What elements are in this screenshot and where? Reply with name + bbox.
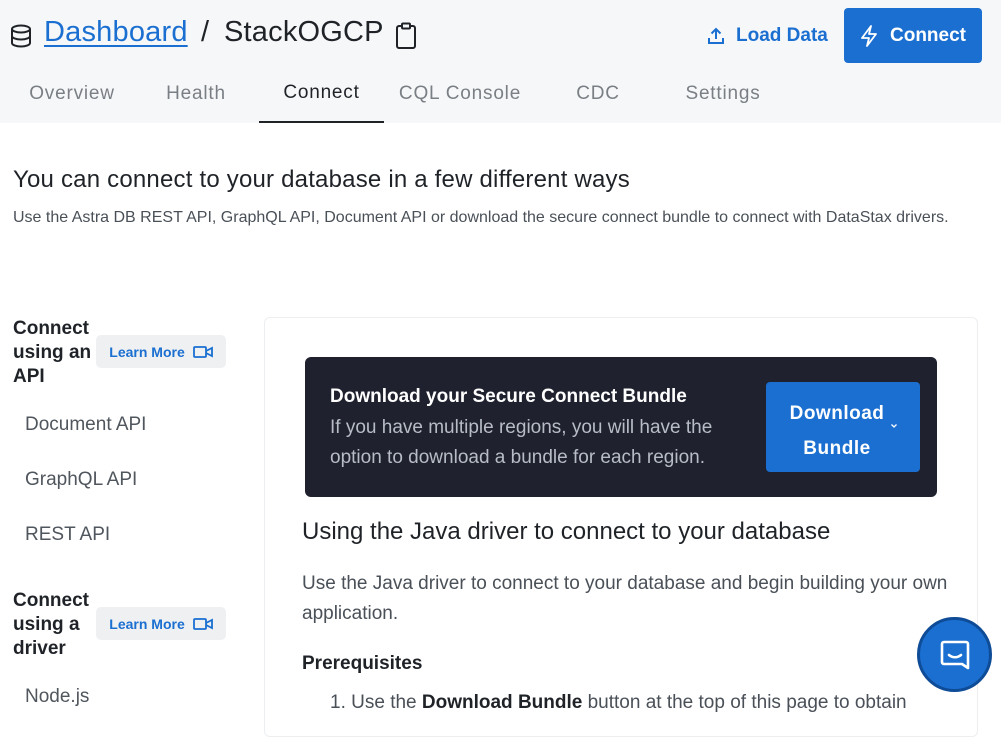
nav-item-rest-api[interactable]: REST API [25, 524, 110, 546]
download-bundle-label: Download Bundle [789, 403, 885, 459]
tab-bar: Overview Health Connect CQL Console CDC … [0, 64, 1001, 123]
breadcrumb-separator: / [201, 16, 210, 48]
tab-settings[interactable]: Settings [668, 64, 778, 123]
java-driver-heading: Using the Java driver to connect to your… [302, 518, 831, 545]
database-name-title: StackOGCP [224, 16, 384, 48]
step-prefix: 1. Use the [330, 692, 422, 713]
chevron-down-icon [891, 424, 897, 428]
page-title: You can connect to your database in a fe… [13, 166, 630, 193]
driver-learn-more-button[interactable]: Learn More [96, 607, 226, 640]
breadcrumb-dashboard-link[interactable]: Dashboard [44, 16, 188, 49]
learn-more-label: Learn More [109, 343, 185, 360]
step-emphasis: Download Bundle [421, 692, 583, 713]
video-camera-icon [192, 617, 213, 630]
download-bundle-button[interactable]: Download Bundle [766, 382, 920, 472]
learn-more-label: Learn More [109, 615, 185, 632]
chat-launcher-button[interactable] [917, 617, 992, 692]
nav-item-nodejs[interactable]: Node.js [25, 686, 89, 708]
connect-button[interactable]: Connect [844, 8, 982, 63]
tab-overview[interactable]: Overview [14, 64, 130, 123]
video-camera-icon [192, 345, 213, 358]
page-description: Use the Astra DB REST API, GraphQL API, … [13, 209, 949, 226]
chat-icon [940, 640, 969, 669]
page-header: Dashboard / StackOGCP Load Data Connect … [0, 0, 1001, 123]
api-learn-more-button[interactable]: Learn More [96, 335, 226, 368]
java-driver-description: Use the Java driver to connect to your d… [302, 573, 948, 624]
upload-icon [708, 27, 724, 44]
tab-health[interactable]: Health [140, 64, 252, 123]
tab-connect[interactable]: Connect [259, 64, 384, 123]
load-data-label: Load Data [736, 25, 828, 46]
tab-cdc[interactable]: CDC [548, 64, 648, 123]
clipboard-icon[interactable] [395, 22, 417, 50]
nav-item-graphql-api[interactable]: GraphQL API [25, 469, 137, 491]
prerequisites-heading: Prerequisites [302, 653, 423, 674]
connect-label: Connect [890, 24, 966, 46]
tab-cql-console[interactable]: CQL Console [392, 64, 528, 123]
secure-bundle-banner: Download your Secure Connect Bundle If y… [305, 357, 937, 497]
driver-section-title: Connect using a driver [13, 590, 89, 659]
load-data-button[interactable]: Load Data [706, 20, 828, 52]
banner-description: If you have multiple regions, you will h… [330, 417, 713, 468]
step-suffix: button at the top of this page to obtain [582, 692, 907, 713]
banner-title: Download your Secure Connect Bundle [330, 386, 687, 407]
api-section-title: Connect using an API [13, 318, 92, 387]
database-icon [11, 24, 31, 48]
lightning-bolt-icon [861, 24, 877, 47]
nav-item-document-api[interactable]: Document API [25, 414, 146, 436]
prerequisite-step-1: 1. Use the Download Bundle button at the… [330, 692, 907, 714]
